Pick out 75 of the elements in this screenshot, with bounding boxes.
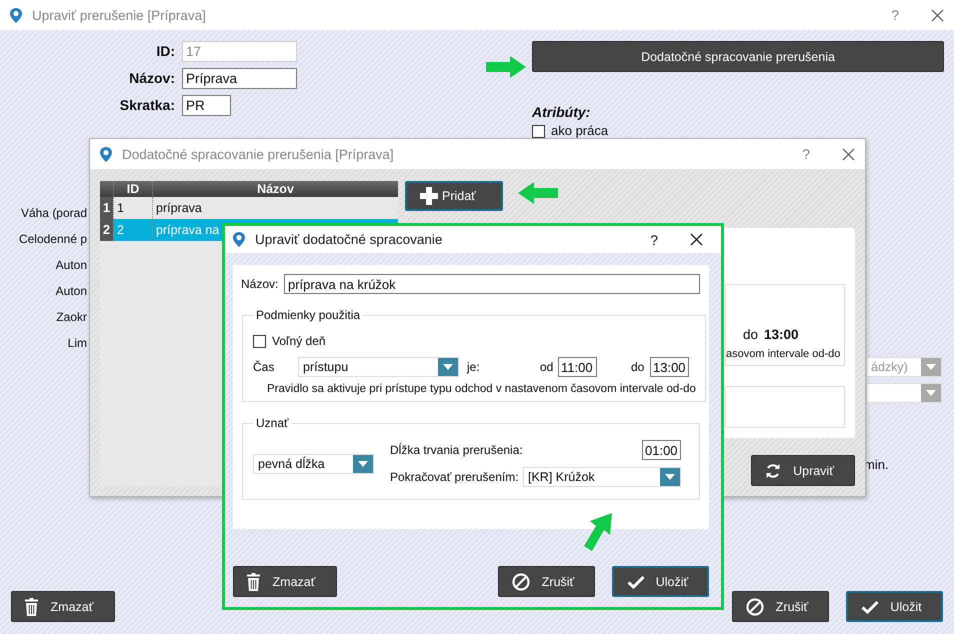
field-label: od: [540, 360, 554, 374]
field-label: je:: [467, 360, 481, 374]
group-title: Podmienky použitia: [255, 308, 362, 322]
table-row[interactable]: 1 1 príprava: [100, 197, 398, 219]
location-pin-icon: [100, 146, 112, 162]
add-button[interactable]: Pridať: [405, 181, 503, 211]
dropdown[interactable]: pevná dĺžka: [253, 454, 374, 474]
refresh-icon: [765, 462, 781, 480]
rule-text: asovom intervale od-do: [726, 348, 842, 360]
ban-icon: [746, 598, 764, 616]
cancel-button[interactable]: Zrušiť: [732, 591, 829, 622]
row-number: 1: [100, 197, 113, 219]
row-number: 2: [100, 219, 113, 241]
rule-text: Pravidlo sa aktivuje pri prístupe typu odchod v nastavenom časovom intervale od-do: [266, 383, 696, 395]
pointer-arrow: [584, 513, 614, 551]
save-button[interactable]: Uložiť: [612, 566, 709, 597]
dropdown[interactable]: [KR] Krúžok: [523, 467, 681, 487]
time-value: 13:00: [764, 327, 799, 342]
time-field[interactable]: 11:00: [558, 357, 597, 377]
caret-icon: [926, 390, 936, 396]
help-button[interactable]: ?: [891, 7, 899, 23]
field-label: Čas: [253, 360, 276, 374]
close-icon[interactable]: [690, 233, 703, 246]
field-label: Zaokr: [55, 309, 87, 326]
cancel-button[interactable]: Zrušiť: [498, 566, 595, 597]
text-field[interactable]: Príprava: [182, 68, 297, 89]
field-label: Názov:: [241, 277, 280, 291]
field-label: Váha (porad: [20, 205, 87, 222]
additional-processing-button[interactable]: Dodatočné spracovanie prerušenia: [532, 41, 944, 72]
ban-icon: [512, 572, 530, 590]
caret-icon: [926, 364, 936, 370]
field-label: Auton: [54, 283, 87, 300]
duration-field[interactable]: 01:00: [642, 440, 681, 460]
checkmark-icon: [627, 574, 645, 588]
location-pin-icon: [233, 232, 245, 247]
delete-button[interactable]: Zmazať: [11, 591, 115, 622]
caret-icon: [665, 474, 675, 480]
trash-icon: [25, 598, 38, 616]
field-label: Auton: [54, 257, 87, 274]
trash-icon: [247, 572, 260, 590]
save-button[interactable]: Uložit: [846, 591, 943, 622]
checkmark-icon: [861, 600, 879, 614]
pointer-arrow: [486, 56, 526, 78]
window-title: Dodatočné spracovanie prerušenia [Príprava]: [122, 146, 395, 162]
field-label: Skratka:: [118, 96, 175, 115]
text-field[interactable]: PR: [182, 95, 231, 116]
edit-button[interactable]: Upraviť: [751, 455, 855, 486]
plus-icon: [420, 187, 438, 205]
delete-button[interactable]: Zmazať: [233, 566, 337, 597]
field-label: ID:: [155, 42, 175, 61]
close-icon[interactable]: [842, 148, 855, 160]
field-label: Dĺžka trvania prerušenia:: [390, 443, 523, 457]
pointer-arrow: [518, 182, 558, 204]
checkbox[interactable]: [532, 124, 545, 138]
caret-icon: [443, 364, 453, 370]
help-button[interactable]: ?: [650, 232, 658, 248]
field-label: Pokračovať prerušením:: [390, 470, 519, 484]
location-pin-icon: [10, 8, 22, 22]
checkbox[interactable]: [253, 334, 266, 348]
section-title: Atribúty:: [532, 104, 592, 120]
field-label: do: [631, 360, 646, 374]
time-label: do: [743, 327, 758, 342]
checkbox-label: ako práca: [551, 124, 608, 138]
field-label: Lim: [66, 335, 87, 352]
group-title: Uznať: [255, 416, 290, 430]
dropdown[interactable]: prístupu: [298, 357, 459, 377]
field-label: Názov:: [128, 69, 175, 88]
help-button[interactable]: ?: [802, 146, 810, 162]
time-field[interactable]: 13:00: [650, 357, 689, 377]
field-label: Celodenné p: [18, 231, 87, 248]
window-title: Upraviť prerušenie [Príprava]: [32, 8, 207, 22]
name-field[interactable]: príprava na krúžok: [284, 274, 700, 294]
close-icon[interactable]: [931, 8, 944, 22]
caret-icon: [358, 460, 368, 466]
checkbox-label: Voľný deň: [272, 334, 326, 348]
